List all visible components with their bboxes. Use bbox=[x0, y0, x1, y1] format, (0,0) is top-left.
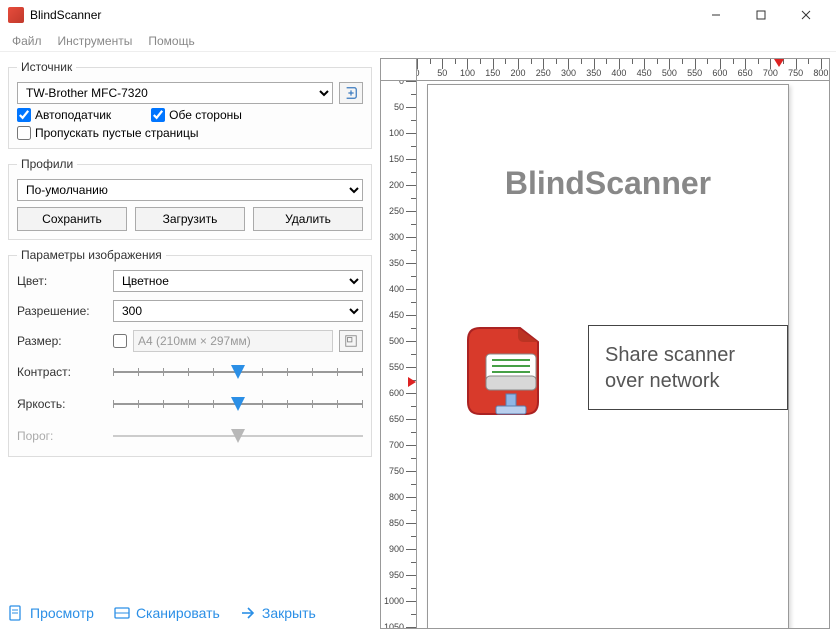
titlebar: BlindScanner bbox=[0, 0, 836, 30]
skip-blank-checkbox[interactable]: Пропускать пустые страницы bbox=[17, 126, 199, 140]
close-button[interactable] bbox=[783, 0, 828, 30]
adf-checkbox[interactable]: Автоподатчик bbox=[17, 108, 111, 122]
menu-file[interactable]: Файл bbox=[6, 32, 48, 50]
resolution-select[interactable]: 300 bbox=[113, 300, 363, 322]
resolution-label: Разрешение: bbox=[17, 304, 107, 318]
profile-save-button[interactable]: Сохранить bbox=[17, 207, 127, 231]
duplex-checkbox[interactable]: Обе стороны bbox=[151, 108, 242, 122]
brightness-slider[interactable] bbox=[113, 392, 363, 416]
size-label: Размер: bbox=[17, 334, 107, 348]
preview-icon bbox=[8, 605, 24, 621]
menu-tools[interactable]: Инструменты bbox=[52, 32, 139, 50]
threshold-slider bbox=[113, 424, 363, 448]
profile-select[interactable]: По-умолчанию bbox=[17, 179, 363, 201]
profile-delete-button[interactable]: Удалить bbox=[253, 207, 363, 231]
arrow-right-icon bbox=[240, 605, 256, 621]
profiles-group: Профили По-умолчанию Сохранить Загрузить… bbox=[8, 157, 372, 240]
maximize-button[interactable] bbox=[738, 0, 783, 30]
source-select[interactable]: TW-Brother MFC-7320 bbox=[17, 82, 333, 104]
contrast-slider[interactable] bbox=[113, 360, 363, 384]
page-preview: BlindScanner Share scanner over network bbox=[427, 84, 789, 629]
brightness-label: Яркость: bbox=[17, 397, 107, 411]
window-title: BlindScanner bbox=[30, 8, 101, 22]
scan-button[interactable]: Сканировать bbox=[114, 605, 220, 621]
color-label: Цвет: bbox=[17, 274, 107, 288]
image-params-group: Параметры изображения Цвет: Цветное Разр… bbox=[8, 248, 372, 457]
profiles-legend: Профили bbox=[17, 157, 77, 171]
preview-panel: 0501001502002503003504004505005506006507… bbox=[380, 52, 836, 635]
refresh-source-button[interactable] bbox=[339, 82, 363, 104]
promo-text-box: Share scanner over network bbox=[588, 325, 788, 410]
profile-load-button[interactable]: Загрузить bbox=[135, 207, 245, 231]
app-icon bbox=[8, 7, 24, 23]
image-params-legend: Параметры изображения bbox=[17, 248, 166, 262]
source-legend: Источник bbox=[17, 60, 76, 74]
size-lock-checkbox[interactable] bbox=[113, 334, 127, 348]
threshold-label: Порог: bbox=[17, 429, 107, 443]
minimize-button[interactable] bbox=[693, 0, 738, 30]
ruler-corner bbox=[380, 58, 416, 80]
size-select[interactable]: A4 (210мм × 297мм) bbox=[133, 330, 333, 352]
action-bar: Просмотр Сканировать Закрыть bbox=[8, 595, 372, 627]
source-group: Источник TW-Brother MFC-7320 Автоподатчи… bbox=[8, 60, 372, 149]
color-select[interactable]: Цветное bbox=[113, 270, 363, 292]
contrast-label: Контраст: bbox=[17, 365, 107, 379]
size-edit-button[interactable] bbox=[339, 330, 363, 352]
left-panel: Источник TW-Brother MFC-7320 Автоподатчи… bbox=[0, 52, 380, 635]
scan-icon bbox=[114, 605, 130, 621]
preview-area[interactable]: BlindScanner Share scanner over network bbox=[416, 80, 830, 629]
menu-help[interactable]: Помощь bbox=[142, 32, 200, 50]
preview-button[interactable]: Просмотр bbox=[8, 605, 94, 621]
close-action[interactable]: Закрыть bbox=[240, 605, 316, 621]
menubar: Файл Инструменты Помощь bbox=[0, 30, 836, 52]
ruler-vertical: 0501001502002503003504004505005506006507… bbox=[380, 80, 416, 629]
watermark: BlindScanner bbox=[428, 165, 788, 202]
ruler-horizontal: 0501001502002503003504004505005506006507… bbox=[416, 58, 830, 80]
promo-icon bbox=[448, 310, 568, 433]
